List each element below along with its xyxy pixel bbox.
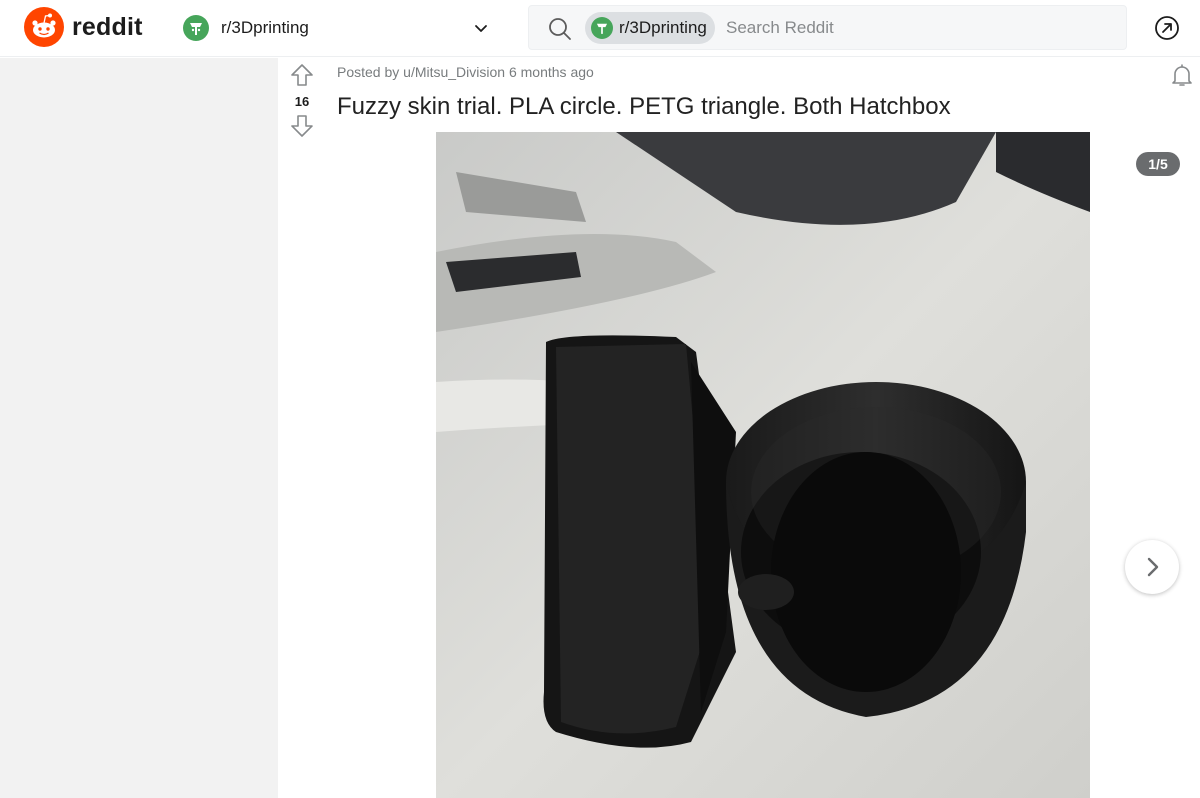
search-chip-label: r/3Dprinting <box>619 18 707 37</box>
community-avatar-icon <box>183 15 209 41</box>
vote-column: 16 <box>278 62 326 139</box>
reddit-logo[interactable]: reddit <box>24 7 143 47</box>
search-community-chip[interactable]: r/3Dprinting <box>585 12 715 44</box>
gallery-counter-badge: 1/5 <box>1136 152 1180 176</box>
post-container: 16 Posted by u/Mitsu_Division 6 months a… <box>278 58 1200 798</box>
search-bar[interactable]: r/3Dprinting <box>528 5 1127 50</box>
notification-bell-icon[interactable] <box>1169 62 1195 88</box>
top-header: reddit r/3Dprinting r/3Dprinting <box>0 0 1200 57</box>
community-name: r/3Dprinting <box>221 18 309 37</box>
post-meta: Posted by u/Mitsu_Division 6 months ago <box>337 64 594 80</box>
post-title[interactable]: Fuzzy skin trial. PLA circle. PETG trian… <box>337 93 951 121</box>
downvote-arrow-icon[interactable] <box>289 113 315 139</box>
logo-text: reddit <box>72 12 143 41</box>
upvote-arrow-icon[interactable] <box>289 62 315 88</box>
community-switcher[interactable]: r/3Dprinting <box>183 12 505 44</box>
vote-count: 16 <box>294 94 310 109</box>
open-in-app-icon[interactable] <box>1154 15 1180 41</box>
chevron-right-icon <box>1147 557 1159 577</box>
left-background <box>0 58 278 798</box>
reddit-logo-icon <box>24 7 64 47</box>
post-image[interactable] <box>436 132 1090 798</box>
gallery-next-button[interactable] <box>1125 540 1179 594</box>
chevron-down-icon[interactable] <box>473 20 489 36</box>
search-input[interactable] <box>726 14 1106 42</box>
post-photo <box>436 132 1090 798</box>
community-avatar-icon <box>591 17 613 39</box>
search-icon <box>549 18 571 40</box>
